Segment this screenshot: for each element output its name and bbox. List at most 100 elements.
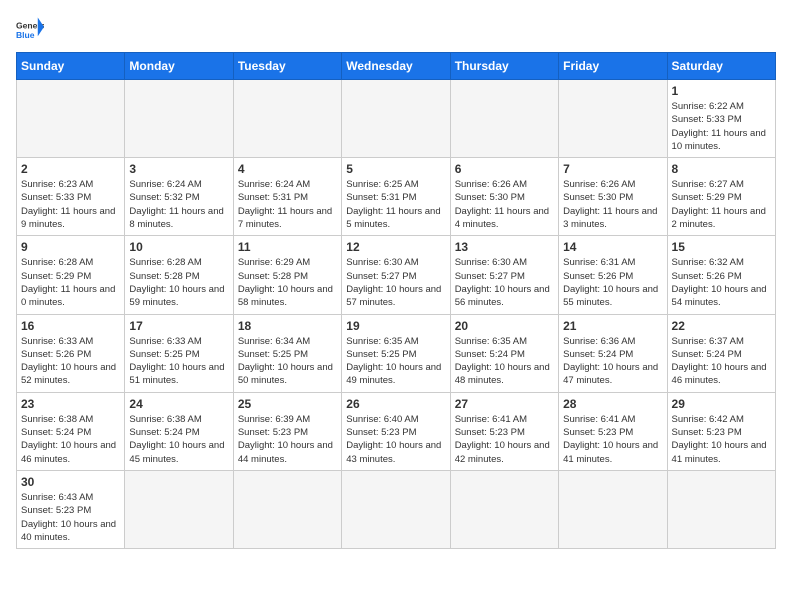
weekday-header-row: SundayMondayTuesdayWednesdayThursdayFrid… [17,53,776,80]
day-info: Sunrise: 6:27 AMSunset: 5:29 PMDaylight:… [672,178,771,231]
day-info: Sunrise: 6:22 AMSunset: 5:33 PMDaylight:… [672,100,771,153]
day-info: Sunrise: 6:24 AMSunset: 5:31 PMDaylight:… [238,178,337,231]
day-info: Sunrise: 6:26 AMSunset: 5:30 PMDaylight:… [563,178,662,231]
calendar-cell: 17Sunrise: 6:33 AMSunset: 5:25 PMDayligh… [125,314,233,392]
day-number: 16 [21,319,120,333]
day-info: Sunrise: 6:35 AMSunset: 5:24 PMDaylight:… [455,335,554,388]
day-number: 28 [563,397,662,411]
day-info: Sunrise: 6:37 AMSunset: 5:24 PMDaylight:… [672,335,771,388]
day-info: Sunrise: 6:35 AMSunset: 5:25 PMDaylight:… [346,335,445,388]
logo-icon: General Blue [16,16,44,44]
weekday-header-wednesday: Wednesday [342,53,450,80]
day-info: Sunrise: 6:26 AMSunset: 5:30 PMDaylight:… [455,178,554,231]
day-number: 23 [21,397,120,411]
day-number: 11 [238,240,337,254]
day-number: 2 [21,162,120,176]
day-info: Sunrise: 6:30 AMSunset: 5:27 PMDaylight:… [346,256,445,309]
day-info: Sunrise: 6:28 AMSunset: 5:28 PMDaylight:… [129,256,228,309]
calendar-cell: 16 Sunrise: 6:33 AMSunset: 5:26 PMDayligh… [17,314,125,392]
calendar-cell: 18 Sunrise: 6:34 AMSunset: 5:25 PMDayligh… [233,314,341,392]
weekday-header-friday: Friday [559,53,667,80]
calendar-cell [125,80,233,158]
calendar-cell: 8Sunrise: 6:27 AMSunset: 5:29 PMDaylight… [667,158,775,236]
day-info: Sunrise: 6:24 AMSunset: 5:32 PMDaylight:… [129,178,228,231]
calendar-cell [125,470,233,548]
day-number: 30 [21,475,120,489]
day-number: 20 [455,319,554,333]
day-info: Sunrise: 6:23 AMSunset: 5:33 PMDaylight:… [21,178,120,231]
day-number: 9 [21,240,120,254]
day-number: 1 [672,84,771,98]
day-info: Sunrise: 6:32 AMSunset: 5:26 PMDaylight:… [672,256,771,309]
svg-text:Blue: Blue [16,30,35,40]
calendar-cell: 6 Sunrise: 6:26 AMSunset: 5:30 PMDaylight… [450,158,558,236]
day-info: Sunrise: 6:30 AMSunset: 5:27 PMDaylight:… [455,256,554,309]
calendar-table: SundayMondayTuesdayWednesdayThursdayFrid… [16,52,776,549]
day-info: Sunrise: 6:42 AMSunset: 5:23 PMDaylight:… [672,413,771,466]
calendar-cell [450,80,558,158]
day-number: 18 [238,319,337,333]
day-info: Sunrise: 6:38 AMSunset: 5:24 PMDaylight:… [21,413,120,466]
day-info: Sunrise: 6:33 AMSunset: 5:26 PMDaylight:… [21,335,120,388]
day-number: 7 [563,162,662,176]
calendar-cell: 15Sunrise: 6:32 AMSunset: 5:26 PMDayligh… [667,236,775,314]
day-number: 21 [563,319,662,333]
calendar-cell: 3Sunrise: 6:24 AMSunset: 5:32 PMDaylight… [125,158,233,236]
day-number: 29 [672,397,771,411]
day-number: 6 [455,162,554,176]
weekday-header-sunday: Sunday [17,53,125,80]
day-info: Sunrise: 6:38 AMSunset: 5:24 PMDaylight:… [129,413,228,466]
calendar-cell [559,470,667,548]
day-info: Sunrise: 6:43 AMSunset: 5:23 PMDaylight:… [21,491,120,544]
day-info: Sunrise: 6:31 AMSunset: 5:26 PMDaylight:… [563,256,662,309]
day-info: Sunrise: 6:41 AMSunset: 5:23 PMDaylight:… [563,413,662,466]
calendar-cell: 12 Sunrise: 6:30 AMSunset: 5:27 PMDayligh… [342,236,450,314]
calendar-cell: 26Sunrise: 6:40 AMSunset: 5:23 PMDayligh… [342,392,450,470]
calendar-cell: 30 Sunrise: 6:43 AMSunset: 5:23 PMDayligh… [17,470,125,548]
calendar-cell: 24 Sunrise: 6:38 AMSunset: 5:24 PMDayligh… [125,392,233,470]
calendar-row-6: 30 Sunrise: 6:43 AMSunset: 5:23 PMDayligh… [17,470,776,548]
calendar-cell: 25Sunrise: 6:39 AMSunset: 5:23 PMDayligh… [233,392,341,470]
day-number: 24 [129,397,228,411]
day-number: 10 [129,240,228,254]
calendar-cell: 7 Sunrise: 6:26 AMSunset: 5:30 PMDaylight… [559,158,667,236]
calendar-cell: 19 Sunrise: 6:35 AMSunset: 5:25 PMDayligh… [342,314,450,392]
day-number: 25 [238,397,337,411]
day-info: Sunrise: 6:29 AMSunset: 5:28 PMDaylight:… [238,256,337,309]
day-number: 4 [238,162,337,176]
day-info: Sunrise: 6:36 AMSunset: 5:24 PMDaylight:… [563,335,662,388]
calendar-row-2: 2 Sunrise: 6:23 AMSunset: 5:33 PMDaylight… [17,158,776,236]
day-number: 12 [346,240,445,254]
day-number: 22 [672,319,771,333]
calendar-cell: 2 Sunrise: 6:23 AMSunset: 5:33 PMDaylight… [17,158,125,236]
logo: General Blue [16,16,44,44]
calendar-cell [233,80,341,158]
day-number: 13 [455,240,554,254]
calendar-cell: 10 Sunrise: 6:28 AMSunset: 5:28 PMDayligh… [125,236,233,314]
day-number: 14 [563,240,662,254]
calendar-row-1: 1 Sunrise: 6:22 AMSunset: 5:33 PMDaylight… [17,80,776,158]
day-number: 19 [346,319,445,333]
day-info: Sunrise: 6:33 AMSunset: 5:25 PMDaylight:… [129,335,228,388]
calendar-cell [233,470,341,548]
day-number: 26 [346,397,445,411]
day-info: Sunrise: 6:41 AMSunset: 5:23 PMDaylight:… [455,413,554,466]
calendar-cell [559,80,667,158]
weekday-header-thursday: Thursday [450,53,558,80]
day-info: Sunrise: 6:28 AMSunset: 5:29 PMDaylight:… [21,256,120,309]
calendar-cell [342,470,450,548]
calendar-cell: 27Sunrise: 6:41 AMSunset: 5:23 PMDayligh… [450,392,558,470]
day-number: 5 [346,162,445,176]
weekday-header-tuesday: Tuesday [233,53,341,80]
calendar-cell: 9 Sunrise: 6:28 AMSunset: 5:29 PMDaylight… [17,236,125,314]
calendar-cell: 21 Sunrise: 6:36 AMSunset: 5:24 PMDayligh… [559,314,667,392]
calendar-cell: 5Sunrise: 6:25 AMSunset: 5:31 PMDaylight… [342,158,450,236]
calendar-cell [450,470,558,548]
calendar-cell: 13 Sunrise: 6:30 AMSunset: 5:27 PMDayligh… [450,236,558,314]
calendar-cell: 20 Sunrise: 6:35 AMSunset: 5:24 PMDayligh… [450,314,558,392]
weekday-header-monday: Monday [125,53,233,80]
calendar-cell: 29 Sunrise: 6:42 AMSunset: 5:23 PMDayligh… [667,392,775,470]
day-info: Sunrise: 6:34 AMSunset: 5:25 PMDaylight:… [238,335,337,388]
calendar-row-5: 23 Sunrise: 6:38 AMSunset: 5:24 PMDayligh… [17,392,776,470]
calendar-cell: 14 Sunrise: 6:31 AMSunset: 5:26 PMDayligh… [559,236,667,314]
